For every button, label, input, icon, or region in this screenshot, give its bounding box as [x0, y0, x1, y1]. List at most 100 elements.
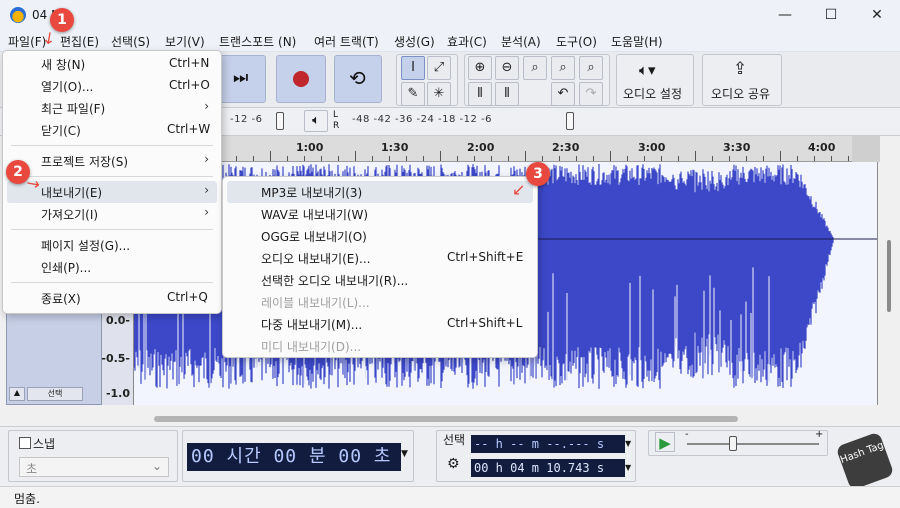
- meter-right-channel: R: [333, 121, 340, 131]
- redo-button[interactable]: ↷: [579, 82, 603, 106]
- menu-generate[interactable]: 생성(G): [394, 33, 435, 50]
- menu-item-label: 인쇄(P)...: [41, 261, 92, 275]
- selection-group: 선택 ⚙ -- h -- m --.--- s 00 h 04 m 10.743…: [436, 430, 636, 482]
- menu-item-recent-files[interactable]: 최근 파일(F) ›: [7, 97, 217, 119]
- vertical-scrollbar[interactable]: [887, 240, 891, 312]
- shortcut-label: Ctrl+Shift+L: [447, 316, 523, 330]
- speed-slider-handle[interactable]: [729, 436, 737, 451]
- silence-button[interactable]: ⫴: [495, 82, 519, 106]
- ruler-label: 3:30: [723, 141, 751, 154]
- ruler-tick: [253, 156, 254, 161]
- menu-edit[interactable]: 편집(E): [60, 33, 99, 50]
- close-button[interactable]: ✕: [854, 0, 900, 30]
- track-select-button[interactable]: 선택: [27, 387, 83, 401]
- menu-bar: 파일(F) 편집(E) 선택(S) 보기(V) 트랜스포트 (N) 여러 트랙(…: [0, 30, 900, 52]
- playback-meter-button[interactable]: 🔈︎: [304, 110, 328, 132]
- menu-item-import[interactable]: 가져오기(I) ›: [7, 203, 217, 225]
- record-button[interactable]: [276, 55, 326, 103]
- menu-tools[interactable]: 도구(O): [556, 33, 597, 50]
- menu-analyze[interactable]: 분석(A): [501, 33, 541, 50]
- playback-meter-handle[interactable]: [566, 112, 574, 130]
- menu-item-label: MP3로 내보내기(3): [261, 186, 363, 200]
- envelope-tool-button[interactable]: ⤢: [427, 56, 451, 80]
- maximize-button[interactable]: ☐: [808, 0, 854, 30]
- collapse-track-button[interactable]: ▲: [9, 387, 25, 401]
- format-dropdown-icon[interactable]: ▼: [625, 439, 631, 448]
- menu-item-page-setup[interactable]: 페이지 설정(G)...: [7, 234, 217, 256]
- record-meter-handle[interactable]: [276, 112, 284, 130]
- fit-selection-button[interactable]: ⌕: [523, 56, 547, 80]
- meter-left-channel: L: [333, 110, 339, 120]
- audio-position-display[interactable]: 00 시간 00 분 00 초: [187, 443, 401, 471]
- audio-setup-group[interactable]: 🔈︎▾ 오디오 설정: [616, 54, 694, 106]
- silence-icon: ⫴: [504, 86, 510, 101]
- fit-selection-icon: ⌕: [531, 60, 539, 75]
- menu-tracks[interactable]: 여러 트랙(T): [314, 33, 379, 50]
- ruler-label: 2:00: [467, 141, 495, 154]
- menu-item-export-ogg[interactable]: OGG로 내보내기(O): [227, 225, 533, 247]
- title-bar: 04 N — ☐ ✕: [0, 0, 900, 30]
- menu-item-close[interactable]: 닫기(C) Ctrl+W: [7, 119, 217, 141]
- menu-item-print[interactable]: 인쇄(P)...: [7, 256, 217, 278]
- menu-item-exit[interactable]: 종료(X) Ctrl+Q: [7, 287, 217, 309]
- trim-button[interactable]: ⫴: [468, 82, 492, 106]
- menu-item-export-midi[interactable]: 미디 내보내기(D)...: [227, 335, 533, 357]
- gear-icon[interactable]: ⚙: [447, 456, 460, 472]
- menu-effect[interactable]: 효과(C): [447, 33, 487, 50]
- minimize-button[interactable]: —: [762, 0, 808, 30]
- trim-icon: ⫴: [477, 86, 483, 101]
- format-dropdown-icon[interactable]: ▼: [625, 463, 631, 472]
- skip-to-end-button[interactable]: ⏭: [216, 55, 266, 103]
- selection-end-display[interactable]: 00 h 04 m 10.743 s: [471, 459, 625, 477]
- ruler-tick: [746, 156, 747, 161]
- share-audio-group[interactable]: ⇪ 오디오 공유: [702, 54, 782, 106]
- time-format-dropdown-icon[interactable]: ▼: [401, 449, 408, 459]
- ruler-tick: [474, 156, 475, 161]
- menu-item-label: WAV로 내보내기(W): [261, 208, 369, 222]
- multi-tool-button[interactable]: ✳: [427, 82, 451, 106]
- snap-unit-select[interactable]: 초 ⌄: [19, 457, 169, 477]
- zoom-in-button[interactable]: ⊕: [468, 56, 492, 80]
- menu-item-new-window[interactable]: 새 창(N) Ctrl+N: [7, 53, 217, 75]
- ruler-tick: [321, 156, 322, 161]
- menu-item-label: 페이지 설정(G)...: [41, 239, 131, 253]
- ruler-tick: [593, 156, 594, 161]
- menu-item-label: 미디 내보내기(D)...: [261, 340, 362, 354]
- menu-item-export-selected-audio[interactable]: 선택한 오디오 내보내기(R)...: [227, 269, 533, 291]
- ruler-tick: [678, 156, 679, 161]
- ruler-tick: [542, 156, 543, 161]
- menu-item-export-audio[interactable]: 오디오 내보내기(E)... Ctrl+Shift+E: [227, 247, 533, 269]
- selection-tool-button[interactable]: I: [401, 56, 425, 80]
- zoom-out-button[interactable]: ⊖: [495, 56, 519, 80]
- menu-item-open[interactable]: 열기(O)... Ctrl+O: [7, 75, 217, 97]
- fit-project-button[interactable]: ⌕: [551, 56, 575, 80]
- zoom-in-icon: ⊕: [474, 60, 486, 75]
- menu-item-label: 종료(X): [41, 292, 81, 306]
- play-at-speed-button[interactable]: ▶: [655, 432, 675, 452]
- horizontal-scrollbar[interactable]: [154, 416, 738, 422]
- status-text: 멈춤.: [14, 492, 40, 506]
- undo-button[interactable]: ↶: [551, 82, 575, 106]
- menu-help[interactable]: 도움말(H): [611, 33, 663, 50]
- snap-label: 스냅: [33, 437, 56, 451]
- chevron-right-icon: ›: [204, 183, 209, 197]
- menu-item-save-project[interactable]: 프로젝트 저장(S) ›: [7, 150, 217, 172]
- ruler-tick: [338, 156, 339, 161]
- menu-view[interactable]: 보기(V): [165, 33, 205, 50]
- menu-item-export-wav[interactable]: WAV로 내보내기(W): [227, 203, 533, 225]
- zoom-toggle-button[interactable]: ⌕: [579, 56, 603, 80]
- selection-start-display[interactable]: -- h -- m --.--- s: [471, 435, 625, 453]
- draw-tool-button[interactable]: ✎: [401, 82, 425, 106]
- ruler-tick: [576, 156, 577, 161]
- record-meter-scale: -12 -6: [230, 114, 263, 125]
- snap-checkbox[interactable]: [19, 437, 31, 449]
- speed-slider-track[interactable]: [687, 443, 819, 445]
- ruler-tick: [457, 156, 458, 161]
- ruler-label: 2:30: [552, 141, 580, 154]
- menu-select[interactable]: 선택(S): [111, 33, 150, 50]
- menu-item-export-mp3[interactable]: MP3로 내보내기(3): [227, 181, 533, 203]
- menu-item-export-labels[interactable]: 레이블 내보내기(L)...: [227, 291, 533, 313]
- menu-transport[interactable]: 트랜스포트 (N): [219, 33, 296, 50]
- menu-item-export-multiple[interactable]: 다중 내보내기(M)... Ctrl+Shift+L: [227, 313, 533, 335]
- loop-button[interactable]: ⟲: [334, 55, 382, 103]
